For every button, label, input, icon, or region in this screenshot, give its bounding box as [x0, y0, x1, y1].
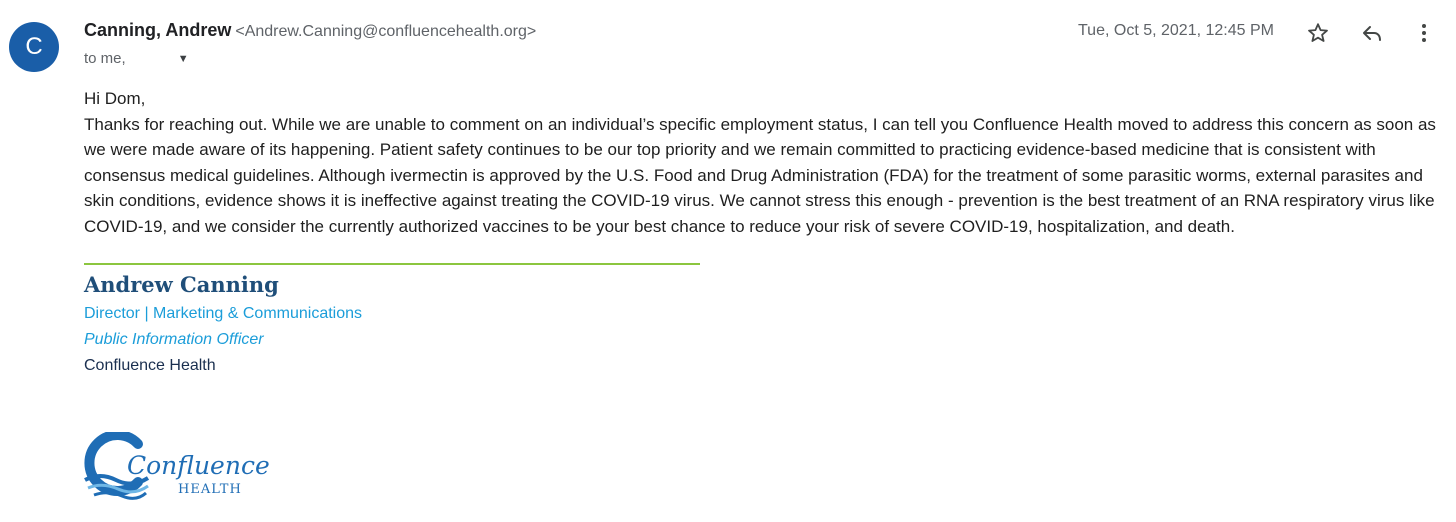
reply-icon [1363, 26, 1381, 41]
sender-name[interactable]: Canning, Andrew [84, 20, 231, 40]
signature-title: Director | Marketing & Communications [84, 305, 363, 322]
signature-name: Andrew Canning [84, 272, 279, 297]
sender-email: <Andrew.Canning@confluencehealth.org> [235, 23, 537, 40]
confluence-health-logo: Confluence HEALTH [82, 432, 270, 500]
reply-button[interactable] [1357, 18, 1387, 48]
chevron-down-icon[interactable]: ▼ [178, 53, 189, 65]
email-timestamp: Tue, Oct 5, 2021, 12:45 PM [1078, 22, 1274, 39]
logo-wordmark: Confluence [127, 451, 270, 480]
more-vert-icon [1422, 24, 1426, 42]
sender-info: Canning, Andrew <Andrew.Canning@confluenc… [84, 20, 536, 41]
sender-avatar[interactable]: C [9, 22, 59, 72]
star-icon [1308, 23, 1328, 42]
signature-organization: Confluence Health [84, 357, 216, 374]
signature-role: Public Information Officer [84, 331, 264, 348]
more-options-button[interactable] [1409, 18, 1439, 48]
email-body: Hi Dom, Thanks for reaching out. While w… [84, 86, 1444, 240]
star-button[interactable] [1303, 18, 1333, 48]
recipient-details[interactable]: to me, ▼ [84, 50, 189, 67]
body-paragraph: Thanks for reaching out. While we are un… [84, 114, 1436, 236]
recipient-label: to me, [84, 50, 126, 67]
signature-divider [84, 263, 700, 265]
greeting: Hi Dom, [84, 89, 146, 108]
logo-subtitle: HEALTH [178, 482, 242, 497]
